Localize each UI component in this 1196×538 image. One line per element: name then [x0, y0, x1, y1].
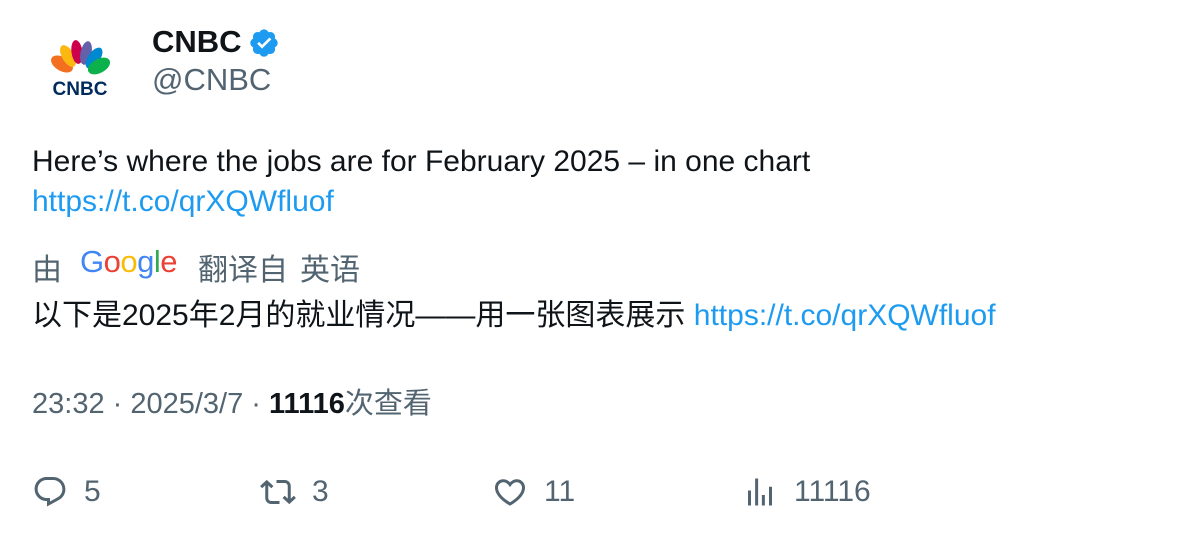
tweet-body: Here’s where the jobs are for February 2…: [32, 145, 811, 178]
verified-badge-icon: [248, 27, 280, 59]
avatar-text: CNBC: [53, 79, 108, 100]
tweet-link[interactable]: https://t.co/qrXQWfluof: [32, 185, 334, 218]
reply-button[interactable]: 5: [32, 468, 101, 516]
retweet-count: 3: [312, 475, 329, 508]
tweet-time[interactable]: 23:32: [32, 388, 105, 420]
author-name[interactable]: CNBC: [152, 24, 242, 60]
reply-count: 5: [84, 475, 101, 508]
translated-link[interactable]: https://t.co/qrXQWfluof: [694, 299, 996, 332]
translated-from-label: 翻译自: [198, 254, 288, 287]
translation-by-label: 由: [32, 254, 62, 287]
retweet-button[interactable]: 3: [260, 468, 329, 516]
tweet-card: CNBC CNBC @CNBC Here’s where the jobs ar…: [0, 0, 1196, 538]
meta-separator: ·: [104, 388, 131, 420]
translated-body: 以下是2025年2月的就业情况——用一张图表展示: [32, 299, 686, 332]
translation-attribution: 由 Google 翻译自 英语: [32, 244, 360, 288]
source-language: 英语: [300, 254, 360, 287]
svg-text:Google: Google: [80, 246, 177, 279]
views-label: 次查看: [344, 388, 432, 420]
views-button[interactable]: 11116: [742, 468, 871, 516]
views-action-count: 11116: [794, 475, 871, 508]
like-count: 11: [544, 475, 576, 508]
views-count: 11116: [269, 388, 345, 420]
translated-text: 以下是2025年2月的就业情况——用一张图表展示 https://t.co/qr…: [32, 296, 1162, 336]
tweet-date[interactable]: 2025/3/7: [130, 388, 243, 420]
action-bar: 5 3 11 11116: [0, 468, 1196, 516]
google-logo: Google: [80, 244, 178, 288]
like-button[interactable]: 11: [492, 468, 575, 516]
tweet-meta: 23:32 · 2025/3/7 · 11116次查看: [32, 384, 432, 424]
analytics-icon: [748, 478, 772, 506]
heart-icon: [494, 479, 526, 506]
reply-icon: [34, 477, 66, 507]
retweet-icon: [260, 479, 296, 505]
tweet-text: Here’s where the jobs are for February 2…: [32, 142, 1152, 222]
cnbc-peacock-logo: CNBC: [51, 40, 111, 100]
author-name-row: CNBC: [152, 22, 280, 62]
meta-separator: ·: [243, 388, 270, 420]
author-avatar[interactable]: CNBC: [32, 24, 128, 120]
author-handle[interactable]: @CNBC: [152, 62, 271, 98]
